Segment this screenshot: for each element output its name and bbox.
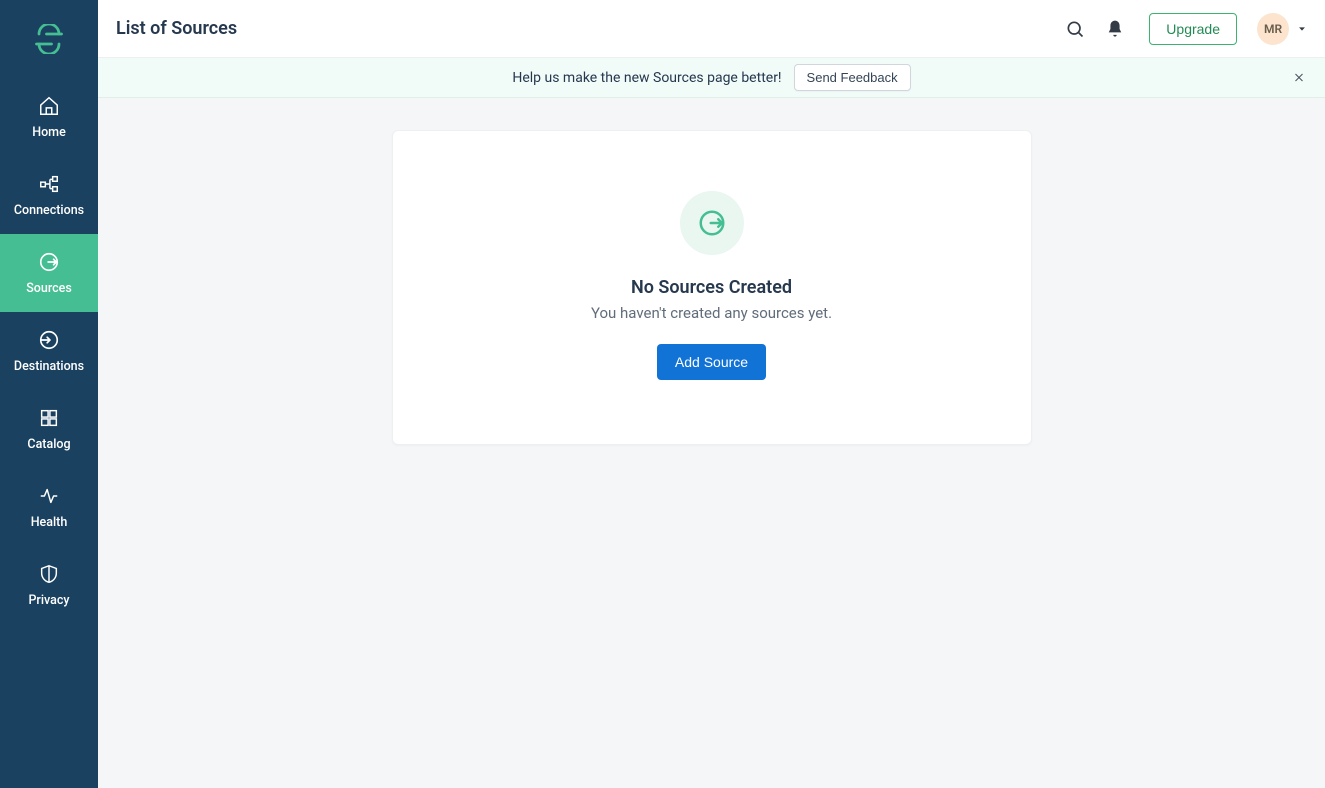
sidebar-item-label: Destinations <box>14 359 84 374</box>
app-logo[interactable] <box>0 0 98 78</box>
empty-state-subtitle: You haven't created any sources yet. <box>591 304 832 322</box>
sidebar-item-destinations[interactable]: Destinations <box>0 312 98 390</box>
content: No Sources Created You haven't created a… <box>98 98 1325 788</box>
sidebar-item-privacy[interactable]: Privacy <box>0 546 98 624</box>
sources-icon <box>38 251 60 273</box>
sidebar-item-connections[interactable]: Connections <box>0 156 98 234</box>
sidebar-item-label: Connections <box>14 203 84 218</box>
page-title: List of Sources <box>116 18 237 39</box>
sidebar-item-label: Home <box>32 125 66 140</box>
feedback-banner: Help us make the new Sources page better… <box>98 58 1325 98</box>
connections-icon <box>38 173 60 195</box>
sidebar-item-label: Catalog <box>27 437 70 452</box>
catalog-icon <box>38 407 60 429</box>
destinations-icon <box>38 329 60 351</box>
sidebar-item-catalog[interactable]: Catalog <box>0 390 98 468</box>
banner-text: Help us make the new Sources page better… <box>512 70 781 86</box>
health-icon <box>38 485 60 507</box>
search-icon <box>1065 19 1085 39</box>
search-button[interactable] <box>1055 9 1095 49</box>
sidebar-item-label: Health <box>31 515 68 530</box>
close-icon <box>1293 71 1305 83</box>
notifications-button[interactable] <box>1095 9 1135 49</box>
chevron-down-icon <box>1297 19 1307 38</box>
home-icon <box>38 95 60 117</box>
empty-state-icon-wrap <box>680 191 744 255</box>
empty-state-title: No Sources Created <box>631 277 792 298</box>
sources-icon <box>697 208 727 238</box>
avatar: MR <box>1257 13 1289 45</box>
sidebar-item-home[interactable]: Home <box>0 78 98 156</box>
user-menu[interactable]: MR <box>1251 13 1307 45</box>
sidebar: Home Connections Sources Destinations <box>0 0 98 788</box>
add-source-button[interactable]: Add Source <box>657 344 766 380</box>
sidebar-item-sources[interactable]: Sources <box>0 234 98 312</box>
sidebar-item-label: Privacy <box>28 593 69 608</box>
banner-close-button[interactable] <box>1287 62 1311 93</box>
sidebar-item-health[interactable]: Health <box>0 468 98 546</box>
main-area: List of Sources Upgrade MR Help us make … <box>98 0 1325 788</box>
logo-icon <box>34 24 64 54</box>
empty-state-card: No Sources Created You haven't created a… <box>392 130 1032 445</box>
send-feedback-button[interactable]: Send Feedback <box>794 64 911 91</box>
upgrade-button[interactable]: Upgrade <box>1149 13 1237 45</box>
shield-icon <box>38 563 60 585</box>
sidebar-item-label: Sources <box>26 281 72 296</box>
topbar: List of Sources Upgrade MR <box>98 0 1325 58</box>
bell-icon <box>1105 19 1125 39</box>
